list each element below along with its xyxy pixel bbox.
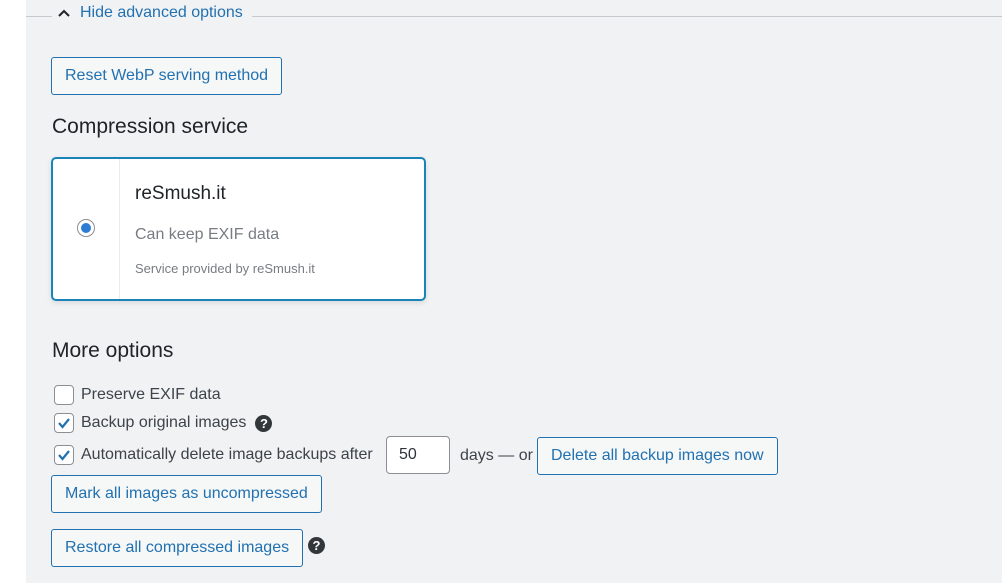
restore-compressed-button[interactable]: Restore all compressed images (51, 529, 304, 567)
backup-originals-option: Backup original images ? (54, 413, 273, 433)
radio-column (53, 159, 120, 299)
delete-backups-button[interactable]: Delete all backup images now (537, 437, 778, 475)
auto-delete-checkbox[interactable] (54, 445, 74, 465)
reset-webp-button[interactable]: Reset WebP serving method (51, 57, 283, 95)
hide-advanced-options-label: Hide advanced options (80, 4, 243, 21)
service-name: reSmush.it (135, 183, 226, 204)
auto-delete-option: Automatically delete image backups after (54, 445, 373, 465)
hide-advanced-options-toggle[interactable]: Hide advanced options (56, 4, 247, 22)
compression-service-heading: Compression service (52, 115, 249, 138)
divider-right (252, 16, 1002, 17)
backup-originals-label: Backup original images (81, 414, 247, 431)
backup-originals-checkbox[interactable] (54, 413, 74, 433)
auto-delete-label: Automatically delete image backups after (81, 446, 373, 463)
chevron-up-icon (56, 6, 72, 20)
preserve-exif-option: Preserve EXIF data (54, 385, 221, 405)
mark-uncompressed-button[interactable]: Mark all images as uncompressed (51, 475, 322, 513)
service-radio[interactable] (77, 219, 95, 237)
backup-days-input[interactable] (386, 436, 450, 474)
question-circle-icon[interactable]: ? (308, 537, 325, 554)
service-description: Can keep EXIF data (135, 226, 280, 243)
service-note: Service provided by reSmush.it (135, 261, 315, 276)
preserve-exif-checkbox[interactable] (54, 385, 74, 405)
days-suffix-text: days — or (460, 447, 533, 464)
divider-left (26, 16, 52, 17)
more-options-heading: More options (52, 339, 174, 362)
question-circle-icon[interactable]: ? (255, 414, 273, 432)
service-option-resmush[interactable]: reSmush.it Can keep EXIF data Service pr… (51, 157, 426, 301)
preserve-exif-label: Preserve EXIF data (81, 386, 221, 403)
